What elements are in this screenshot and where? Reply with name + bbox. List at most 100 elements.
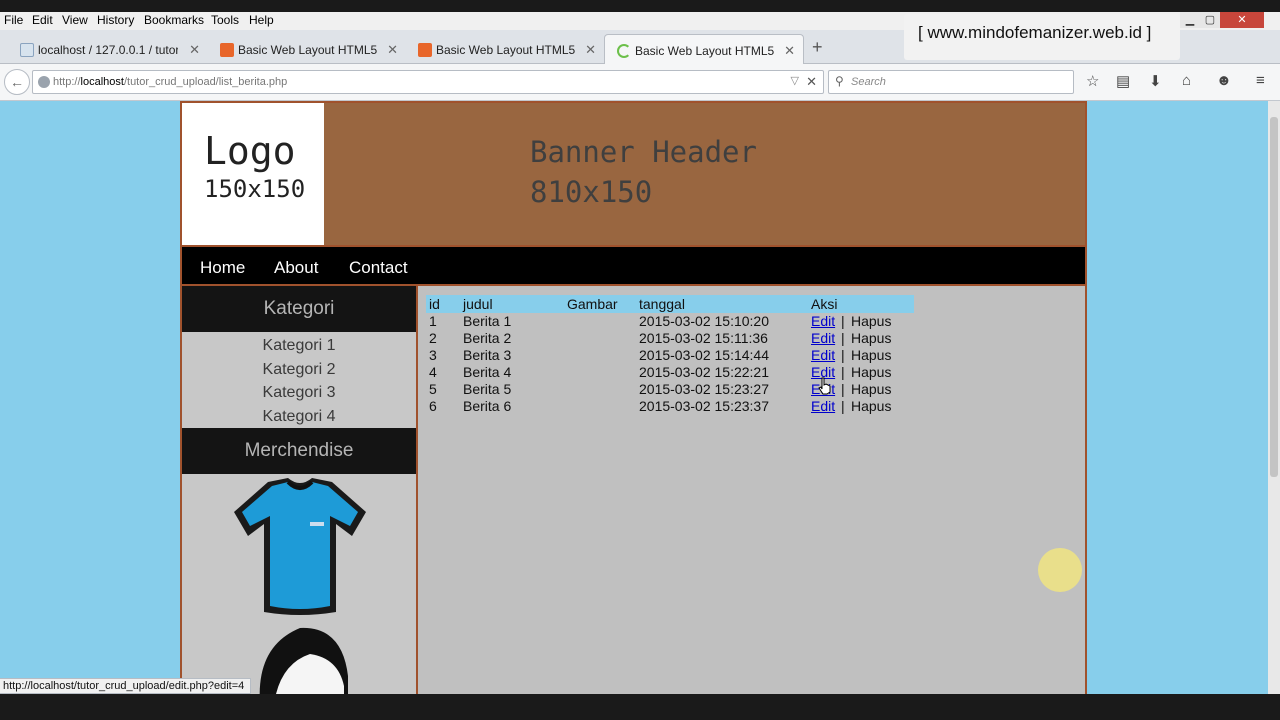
kategori-link-3[interactable]: Kategori 3 (182, 384, 416, 402)
menu-view[interactable]: View (62, 13, 88, 27)
table-row: 1 Berita 1 2015-03-02 15:10:20 Edit | Hapus (419, 313, 919, 330)
site-container: Logo 150x150 Banner Header 810x150 Home … (180, 101, 1087, 694)
cell-id: 6 (429, 398, 437, 414)
close-icon[interactable]: ✕ (585, 42, 596, 58)
table-row: 4 Berita 4 2015-03-02 15:22:21 Edit | Hapus (419, 364, 919, 381)
history-dropdown-icon[interactable]: ▽ (791, 74, 799, 87)
logo-text: Logo (204, 129, 296, 173)
address-bar[interactable]: http://localhost/tutor_crud_upload/list_… (32, 70, 824, 94)
reading-list-icon[interactable]: ▤ (1116, 72, 1130, 90)
cell-tanggal: 2015-03-02 15:14:44 (639, 347, 769, 363)
vertical-scrollbar[interactable] (1268, 101, 1280, 694)
kategori-link-2[interactable]: Kategori 2 (182, 361, 416, 379)
stop-icon[interactable]: ✕ (806, 74, 817, 90)
edit-link[interactable]: Edit (811, 347, 835, 363)
nav-contact[interactable]: Contact (349, 258, 408, 278)
kategori-heading: Kategori (182, 286, 416, 332)
back-arrow-icon: ← (10, 74, 24, 90)
col-judul: judul (463, 296, 493, 312)
menu-tools[interactable]: Tools (211, 13, 239, 27)
hapus-link[interactable]: Hapus (851, 347, 891, 363)
tab-title: Basic Web Layout HTML5 ... (635, 44, 775, 58)
tab-title: localhost / 127.0.0.1 / tutor... (38, 43, 178, 57)
hapus-link[interactable]: Hapus (851, 381, 891, 397)
site-nav: Home About Contact (182, 245, 1085, 286)
hapus-link[interactable]: Hapus (851, 313, 891, 329)
tab-phpmyadmin[interactable]: localhost / 127.0.0.1 / tutor... ✕ (8, 34, 208, 64)
sidebar: Kategori Kategori 1 Kategori 2 Kategori … (182, 286, 418, 694)
edit-link[interactable]: Edit (811, 398, 835, 414)
menu-help[interactable]: Help (249, 13, 274, 27)
hapus-link[interactable]: Hapus (851, 330, 891, 346)
home-icon[interactable]: ⌂ (1182, 72, 1191, 89)
phpmyadmin-favicon-icon (20, 43, 34, 57)
main-content: id judul Gambar tanggal Aksi 1 Berita 1 20… (419, 286, 1085, 694)
nav-about[interactable]: About (274, 258, 318, 278)
navigation-toolbar: ← http://localhost/tutor_crud_upload/lis… (0, 64, 1280, 101)
logo-size: 150x150 (204, 175, 306, 203)
cell-id: 1 (429, 313, 437, 329)
menu-icon[interactable]: ≡ (1256, 72, 1265, 89)
tab-layout-active[interactable]: Basic Web Layout HTML5 ... ✕ (604, 34, 804, 64)
scrollbar-thumb[interactable] (1270, 117, 1278, 477)
menu-file[interactable]: File (4, 13, 23, 27)
html5-favicon-icon (418, 43, 432, 57)
html5-favicon-icon (220, 43, 234, 57)
maximize-icon[interactable]: ▢ (1200, 12, 1220, 28)
star-icon[interactable]: ☆ (1086, 72, 1099, 90)
address-url: http://localhost/tutor_crud_upload/list_… (53, 76, 288, 88)
tab-layout-2[interactable]: Basic Web Layout HTML5 ... ✕ (406, 34, 604, 64)
kategori-link-1[interactable]: Kategori 1 (182, 337, 416, 355)
close-icon[interactable]: ✕ (189, 42, 200, 58)
menu-bookmarks[interactable]: Bookmarks (144, 13, 204, 27)
cell-id: 4 (429, 364, 437, 380)
nav-home[interactable]: Home (200, 258, 245, 278)
logo: Logo 150x150 (182, 103, 324, 245)
close-icon[interactable]: ✕ (784, 43, 795, 59)
cursor-highlight (1038, 548, 1082, 592)
action-separator: | (841, 347, 845, 363)
cell-tanggal: 2015-03-02 15:22:21 (639, 364, 769, 380)
cell-tanggal: 2015-03-02 15:23:27 (639, 381, 769, 397)
col-tanggal: tanggal (639, 296, 685, 312)
cell-judul: Berita 5 (463, 381, 512, 397)
action-separator: | (841, 330, 845, 346)
cell-tanggal: 2015-03-02 15:11:36 (639, 330, 768, 346)
download-icon[interactable]: ⬇ (1149, 72, 1162, 90)
close-icon[interactable]: ✕ (387, 42, 398, 58)
menu-edit[interactable]: Edit (32, 13, 53, 27)
tab-title: Basic Web Layout HTML5 ... (238, 43, 378, 57)
banner-title: Banner Header (530, 135, 757, 169)
chat-icon[interactable]: ☻ (1216, 72, 1232, 89)
action-separator: | (841, 313, 845, 329)
action-separator: | (841, 398, 845, 414)
table-row: 5Berita 52015-03-02 15:23:27Edit|Hapus (419, 381, 919, 398)
screen: File Edit View History Bookmarks Tools H… (0, 0, 1280, 720)
window-controls: ▁ ▢ ✕ (1180, 12, 1280, 30)
cell-judul: Berita 2 (463, 330, 512, 346)
table-row: 3 Berita 3 2015-03-02 15:14:44 Edit | Hapus (419, 347, 919, 364)
hand-cursor-icon (818, 377, 831, 395)
cell-judul: Berita 4 (463, 364, 512, 380)
globe-icon (38, 76, 50, 88)
window-close-icon[interactable]: ✕ (1220, 12, 1264, 28)
kategori-link-4[interactable]: Kategori 4 (182, 408, 416, 426)
tab-title: Basic Web Layout HTML5 ... (436, 43, 576, 57)
menu-history[interactable]: History (97, 13, 134, 27)
back-button[interactable]: ← (4, 69, 30, 95)
new-tab-icon[interactable]: + (812, 37, 823, 58)
edit-link[interactable]: Edit (811, 330, 835, 346)
table-row: 2 Berita 2 2015-03-02 15:11:36 Edit | Hapus (419, 330, 919, 347)
page-viewport: Logo 150x150 Banner Header 810x150 Home … (0, 101, 1268, 694)
hapus-link[interactable]: Hapus (851, 398, 891, 414)
loading-spinner-icon (617, 44, 631, 58)
taskbar (0, 694, 1280, 720)
minimize-icon[interactable]: ▁ (1180, 12, 1200, 28)
search-icon: ⚲ (835, 74, 844, 88)
edit-link[interactable]: Edit (811, 313, 835, 329)
tab-layout-1[interactable]: Basic Web Layout HTML5 ... ✕ (208, 34, 406, 64)
hapus-link[interactable]: Hapus (851, 364, 891, 380)
search-bar[interactable]: ⚲ Search (828, 70, 1074, 94)
col-gambar: Gambar (567, 296, 618, 312)
table-header: id judul Gambar tanggal Aksi (426, 295, 914, 313)
